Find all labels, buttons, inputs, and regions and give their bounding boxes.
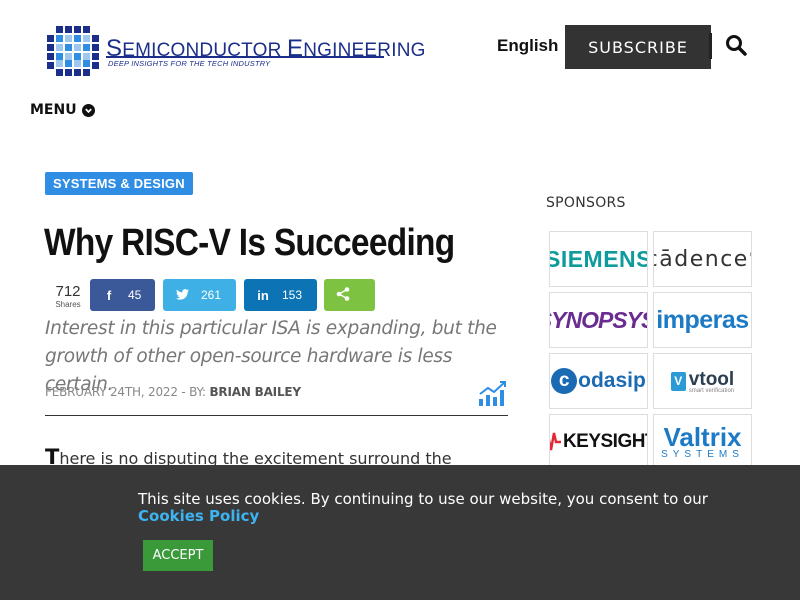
sponsor-imperas[interactable]: imperas xyxy=(653,292,752,348)
more-share-button[interactable] xyxy=(324,279,375,311)
twitter-count: 261 xyxy=(201,288,222,302)
share-count-number: 712 xyxy=(55,283,81,300)
logo-underline xyxy=(106,56,384,58)
logo-grid-icon xyxy=(47,26,99,76)
share-counter: 712 Shares xyxy=(50,283,86,310)
article-date: FEBRUARY 24TH, 2022 - BY: xyxy=(45,385,210,399)
sponsor-codasip[interactable]: c odasip xyxy=(549,353,648,409)
sponsor-valtrix[interactable]: Valtrix SYSTEMS xyxy=(653,414,752,470)
synopsys-logo: SYNOPSYS® xyxy=(550,306,647,333)
language-selector[interactable]: English xyxy=(497,36,558,56)
share-icon xyxy=(336,286,350,304)
cadence-logo: cādence® xyxy=(653,246,751,272)
siemens-logo: SIEMENS xyxy=(549,245,648,272)
twitter-share-button[interactable]: 261 xyxy=(163,279,236,311)
article-author[interactable]: BRIAN BAILEY xyxy=(209,385,301,399)
sponsor-siemens[interactable]: SIEMENS xyxy=(549,231,648,287)
search-icon[interactable] xyxy=(724,33,748,57)
sponsor-cadence[interactable]: cādence® xyxy=(653,231,752,287)
trending-chart-icon xyxy=(479,381,506,406)
sponsor-vtool[interactable]: V vtool smart verification xyxy=(653,353,752,409)
subscribe-button[interactable]: SUBSCRIBE xyxy=(565,25,711,69)
sponsor-keysight[interactable]: KEYSIGHT xyxy=(549,414,648,470)
vtool-logo: V vtool smart verification xyxy=(670,369,734,394)
article-title: Why RISC-V Is Succeeding xyxy=(44,222,455,264)
valtrix-logo: Valtrix SYSTEMS xyxy=(661,421,744,460)
keysight-logo: KEYSIGHT xyxy=(550,431,647,453)
sponsors-heading: SPONSORS xyxy=(546,195,626,211)
codasip-logo: c odasip xyxy=(551,368,646,394)
site-logo[interactable]: SEMICONDUCTOR ENGINEERING DEEP INSIGHTS … xyxy=(46,25,425,77)
article-meta: FEBRUARY 24TH, 2022 - BY: BRIAN BAILEY xyxy=(45,385,301,399)
facebook-share-button[interactable]: f 45 xyxy=(90,279,155,311)
cookie-message: This site uses cookies. By continuing to… xyxy=(138,490,708,508)
linkedin-icon: in xyxy=(257,287,269,303)
share-count-label: Shares xyxy=(55,300,81,309)
menu-label: MENU xyxy=(30,102,77,118)
linkedin-share-button[interactable]: in 153 xyxy=(244,279,317,311)
cookie-banner: This site uses cookies. By continuing to… xyxy=(0,465,800,600)
category-badge[interactable]: SYSTEMS & DESIGN xyxy=(45,172,193,195)
sponsor-synopsys[interactable]: SYNOPSYS® xyxy=(549,292,648,348)
menu-toggle[interactable]: MENU xyxy=(30,102,95,118)
cookies-policy-link[interactable]: Cookies Policy xyxy=(138,507,259,525)
chevron-down-icon xyxy=(81,103,95,117)
accept-cookies-button[interactable]: ACCEPT xyxy=(143,540,213,571)
subscribe-divider xyxy=(709,33,712,59)
twitter-icon xyxy=(175,288,189,303)
logo-tagline: DEEP INSIGHTS FOR THE TECH INDUSTRY xyxy=(108,59,271,68)
facebook-count: 45 xyxy=(128,288,142,302)
facebook-icon: f xyxy=(106,287,112,303)
article-divider xyxy=(45,415,508,416)
linkedin-count: 153 xyxy=(282,288,303,302)
imperas-logo: imperas xyxy=(656,305,749,334)
